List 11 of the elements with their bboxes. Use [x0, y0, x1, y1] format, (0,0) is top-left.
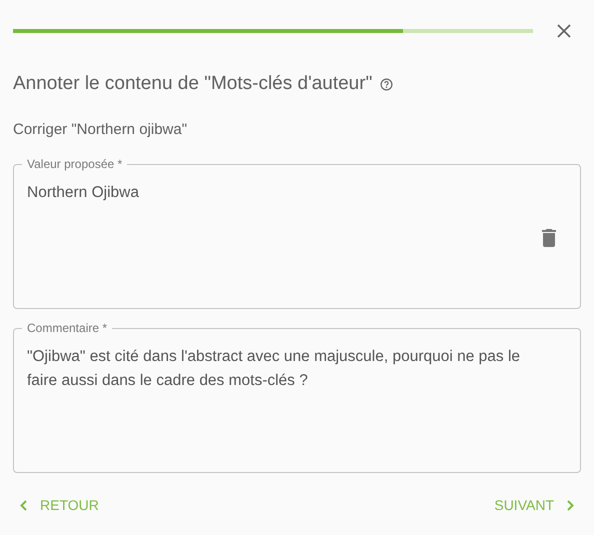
chevron-left-icon	[20, 500, 27, 511]
trash-icon[interactable]	[542, 229, 556, 247]
field-label: Commentaire *	[26, 320, 108, 337]
chevron-right-icon	[567, 500, 574, 511]
subtitle: Corriger "Northern ojibwa"	[12, 120, 188, 140]
close-icon	[556, 23, 572, 39]
text-input[interactable]: Northern Ojibwa	[27, 181, 527, 291]
dialog-title: Annoter le contenu de "Mots-clés d'auteur"	[13, 72, 372, 96]
field-label: Valeur proposée *	[26, 156, 124, 173]
help-icon[interactable]	[380, 78, 394, 91]
text-input[interactable]: "Ojibwa" est cité dans l'abstract avec une majuscule, pourquoi ne pas le faire aussi dans le cadre des mots-clés ?	[27, 345, 527, 455]
